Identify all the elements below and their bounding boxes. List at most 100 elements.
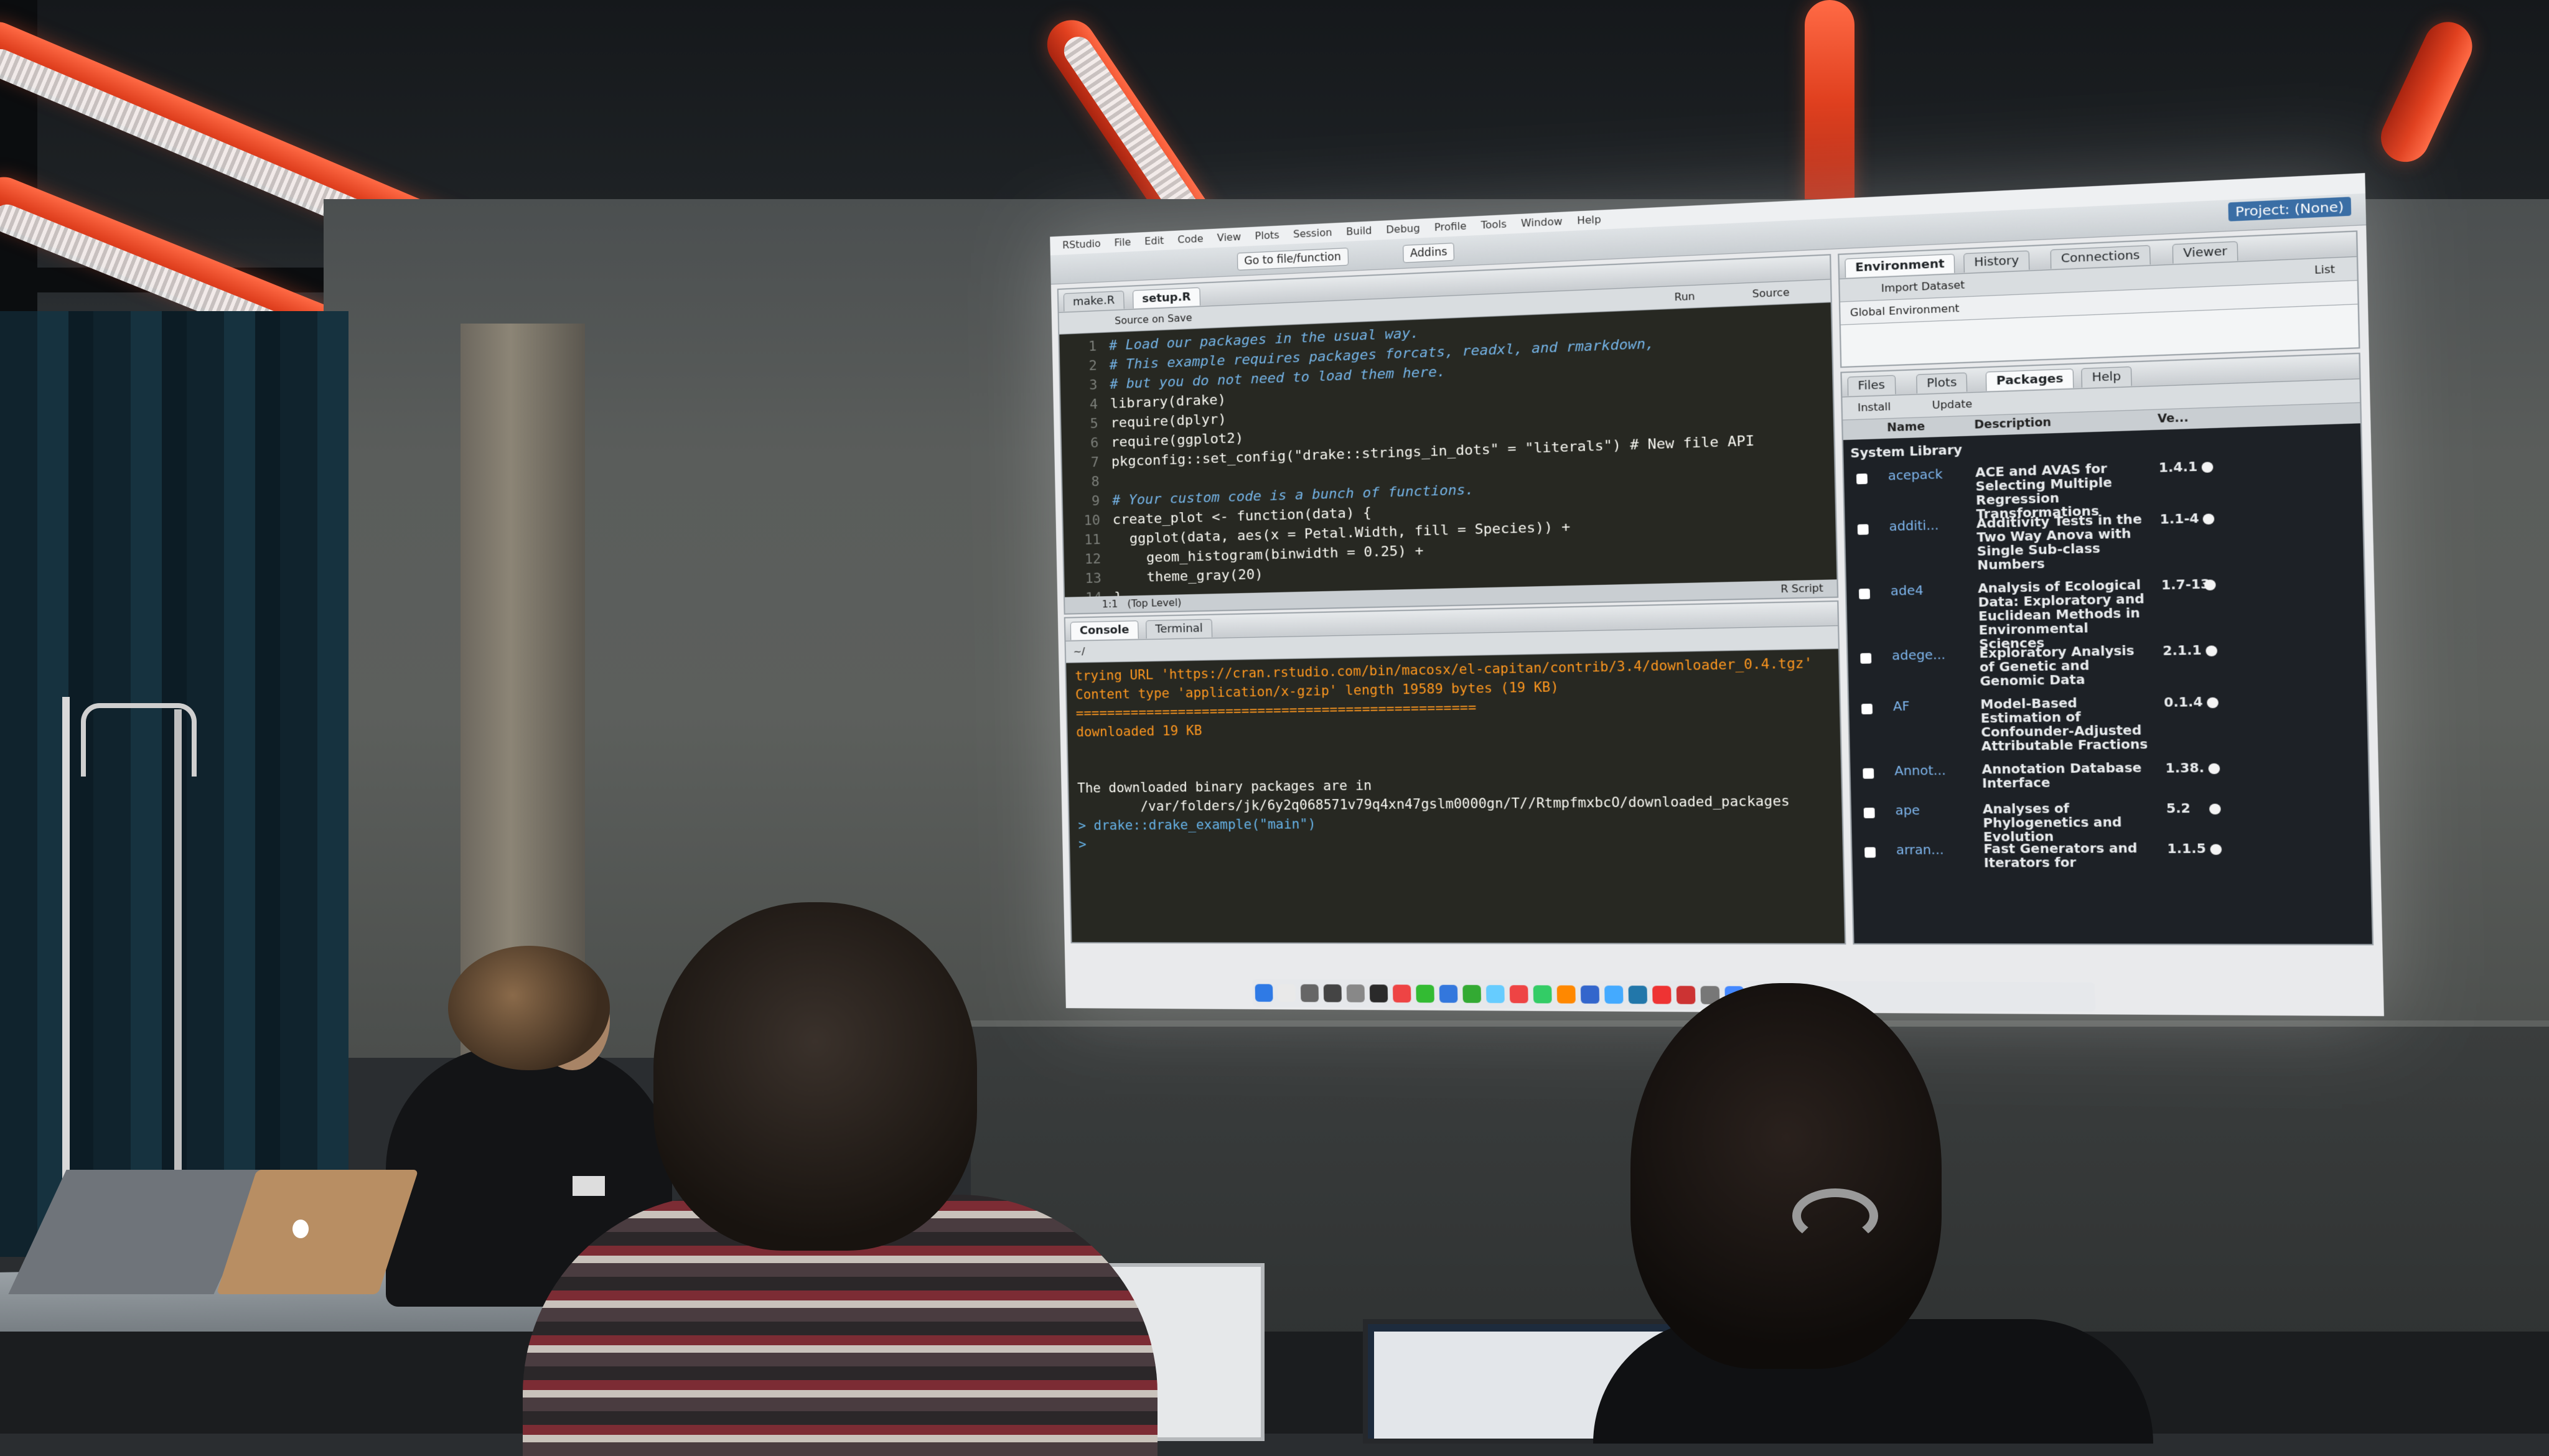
- remove-package-icon[interactable]: [2208, 763, 2220, 775]
- tab-setup-r[interactable]: setup.R: [1133, 287, 1200, 309]
- package-checkbox[interactable]: [1858, 588, 1871, 600]
- dock-app-icon[interactable]: [1300, 984, 1319, 1002]
- dock-app-icon[interactable]: [1628, 986, 1648, 1004]
- dock-app-icon[interactable]: [1580, 985, 1600, 1004]
- menu-item[interactable]: Profile: [1434, 220, 1466, 233]
- package-name-link[interactable]: acepack: [1888, 467, 1943, 483]
- remove-package-icon[interactable]: [2201, 462, 2214, 473]
- dock-app-icon[interactable]: [1369, 984, 1388, 1003]
- package-row[interactable]: Annot... Annotation Database Interface 1.3…: [1850, 759, 2368, 791]
- package-row[interactable]: AF Model-Based Estimation of Confounder-A…: [1849, 693, 2367, 754]
- column-description[interactable]: Description: [1974, 416, 2051, 432]
- dock-app-icon[interactable]: [1439, 984, 1458, 1003]
- install-button[interactable]: Install: [1858, 399, 1891, 415]
- menu-item[interactable]: File: [1114, 236, 1131, 248]
- package-checkbox[interactable]: [1857, 524, 1869, 535]
- menu-item[interactable]: Debug: [1386, 222, 1420, 236]
- tab-console[interactable]: Console: [1070, 620, 1139, 640]
- file-type[interactable]: R Script: [1780, 580, 1823, 598]
- package-version: 1.4.1: [2158, 459, 2198, 476]
- package-version: 1.38.: [2165, 760, 2205, 776]
- tab-history[interactable]: History: [1963, 250, 2030, 273]
- global-environment-select[interactable]: Global Environment: [1850, 301, 1960, 320]
- import-dataset-button[interactable]: Import Dataset: [1881, 278, 1965, 296]
- package-checkbox[interactable]: [1861, 703, 1873, 715]
- package-name-link[interactable]: ade4: [1891, 584, 1924, 599]
- package-row[interactable]: ade4 Analysis of Ecological Data: Explora…: [1846, 574, 2364, 651]
- package-row[interactable]: ape Analyses of Phylogenetics and Evoluti…: [1851, 800, 2369, 844]
- package-name-link[interactable]: arran...: [1896, 843, 1944, 858]
- menu-item[interactable]: Session: [1293, 226, 1332, 240]
- tab-viewer[interactable]: Viewer: [2172, 241, 2238, 264]
- working-directory: ~/: [1073, 645, 1085, 658]
- dock-app-icon[interactable]: [1462, 984, 1482, 1003]
- addins-button[interactable]: Addins: [1403, 243, 1455, 263]
- package-checkbox[interactable]: [1856, 473, 1868, 485]
- remove-package-icon[interactable]: [2202, 513, 2215, 525]
- list-view-toggle[interactable]: List: [2314, 262, 2335, 278]
- console-output[interactable]: trying URL 'https://cran.rstudio.com/bin…: [1066, 649, 1845, 943]
- menu-item[interactable]: Plots: [1255, 229, 1279, 242]
- remove-package-icon[interactable]: [2205, 645, 2218, 656]
- go-to-file-button[interactable]: Go to file/function: [1237, 248, 1349, 271]
- package-version: 5.2: [2166, 801, 2191, 816]
- package-checkbox[interactable]: [1863, 768, 1874, 779]
- tab-help[interactable]: Help: [2081, 366, 2132, 388]
- tab-make-r[interactable]: make.R: [1063, 291, 1125, 312]
- line-number: 10: [1083, 513, 1101, 529]
- tab-packages[interactable]: Packages: [1985, 368, 2074, 391]
- code-editor[interactable]: 1 # Load our packages in the usual way. 2 #…: [1059, 302, 1837, 606]
- dock-app-icon[interactable]: [1485, 985, 1505, 1004]
- remove-package-icon[interactable]: [2207, 697, 2219, 709]
- dock-app-icon[interactable]: [1416, 984, 1434, 1003]
- column-version[interactable]: Ve...: [2158, 411, 2189, 426]
- dock-app-icon[interactable]: [1392, 984, 1411, 1003]
- menu-item[interactable]: Code: [1177, 233, 1204, 246]
- tab-terminal[interactable]: Terminal: [1146, 618, 1213, 639]
- dock-app-icon[interactable]: [1509, 985, 1528, 1004]
- dock-app-icon[interactable]: [1346, 984, 1365, 1002]
- menu-item[interactable]: Edit: [1144, 235, 1164, 248]
- menu-item[interactable]: Help: [1577, 213, 1601, 227]
- dock-app-icon[interactable]: [1323, 984, 1342, 1002]
- dock-app-icon[interactable]: [1556, 985, 1576, 1004]
- dock-app-icon[interactable]: [1278, 984, 1296, 1002]
- tab-connections[interactable]: Connections: [2050, 245, 2151, 269]
- package-name-link[interactable]: ape: [1895, 803, 1920, 818]
- dock-app-icon[interactable]: [1652, 986, 1672, 1004]
- dock-app-icon[interactable]: [1676, 986, 1696, 1004]
- project-menu[interactable]: Project: (None): [2228, 197, 2352, 222]
- hair-tie: [1792, 1188, 1878, 1243]
- source-on-save-checkbox[interactable]: Source on Save: [1115, 311, 1192, 328]
- tab-environment[interactable]: Environment: [1845, 253, 1955, 278]
- line-number: 7: [1090, 454, 1100, 471]
- source-button[interactable]: Source: [1752, 286, 1789, 302]
- package-name-link[interactable]: additi...: [1889, 518, 1939, 534]
- tab-plots[interactable]: Plots: [1916, 372, 1968, 394]
- menu-item[interactable]: Build: [1346, 225, 1372, 238]
- dock-app-icon[interactable]: [1533, 985, 1552, 1004]
- package-name-link[interactable]: adege...: [1892, 648, 1945, 663]
- package-checkbox[interactable]: [1864, 847, 1876, 858]
- remove-package-icon[interactable]: [2210, 844, 2222, 855]
- menu-item[interactable]: Tools: [1480, 218, 1507, 231]
- package-description: Fast Generators and Iterators for: [1983, 841, 2138, 870]
- package-checkbox[interactable]: [1863, 808, 1875, 819]
- dock-app-icon[interactable]: [1604, 985, 1624, 1004]
- package-checkbox[interactable]: [1860, 653, 1872, 664]
- package-row[interactable]: arran... Fast Generators and Iterators fo…: [1852, 841, 2370, 870]
- column-name[interactable]: Name: [1887, 420, 1925, 434]
- remove-package-icon[interactable]: [2209, 803, 2221, 815]
- dock-app-icon[interactable]: [1255, 984, 1273, 1002]
- menu-item[interactable]: RStudio: [1062, 238, 1101, 251]
- tab-files[interactable]: Files: [1847, 375, 1896, 396]
- run-button[interactable]: Run: [1674, 289, 1695, 304]
- package-version: 0.1.4: [2163, 694, 2203, 711]
- remove-package-icon[interactable]: [2204, 579, 2216, 591]
- menu-item[interactable]: View: [1217, 231, 1242, 244]
- update-button[interactable]: Update: [1932, 397, 1972, 413]
- package-name-link[interactable]: AF: [1893, 699, 1910, 714]
- scope-indicator[interactable]: (Top Level): [1127, 596, 1181, 609]
- menu-item[interactable]: Window: [1521, 215, 1563, 230]
- package-name-link[interactable]: Annot...: [1894, 763, 1946, 778]
